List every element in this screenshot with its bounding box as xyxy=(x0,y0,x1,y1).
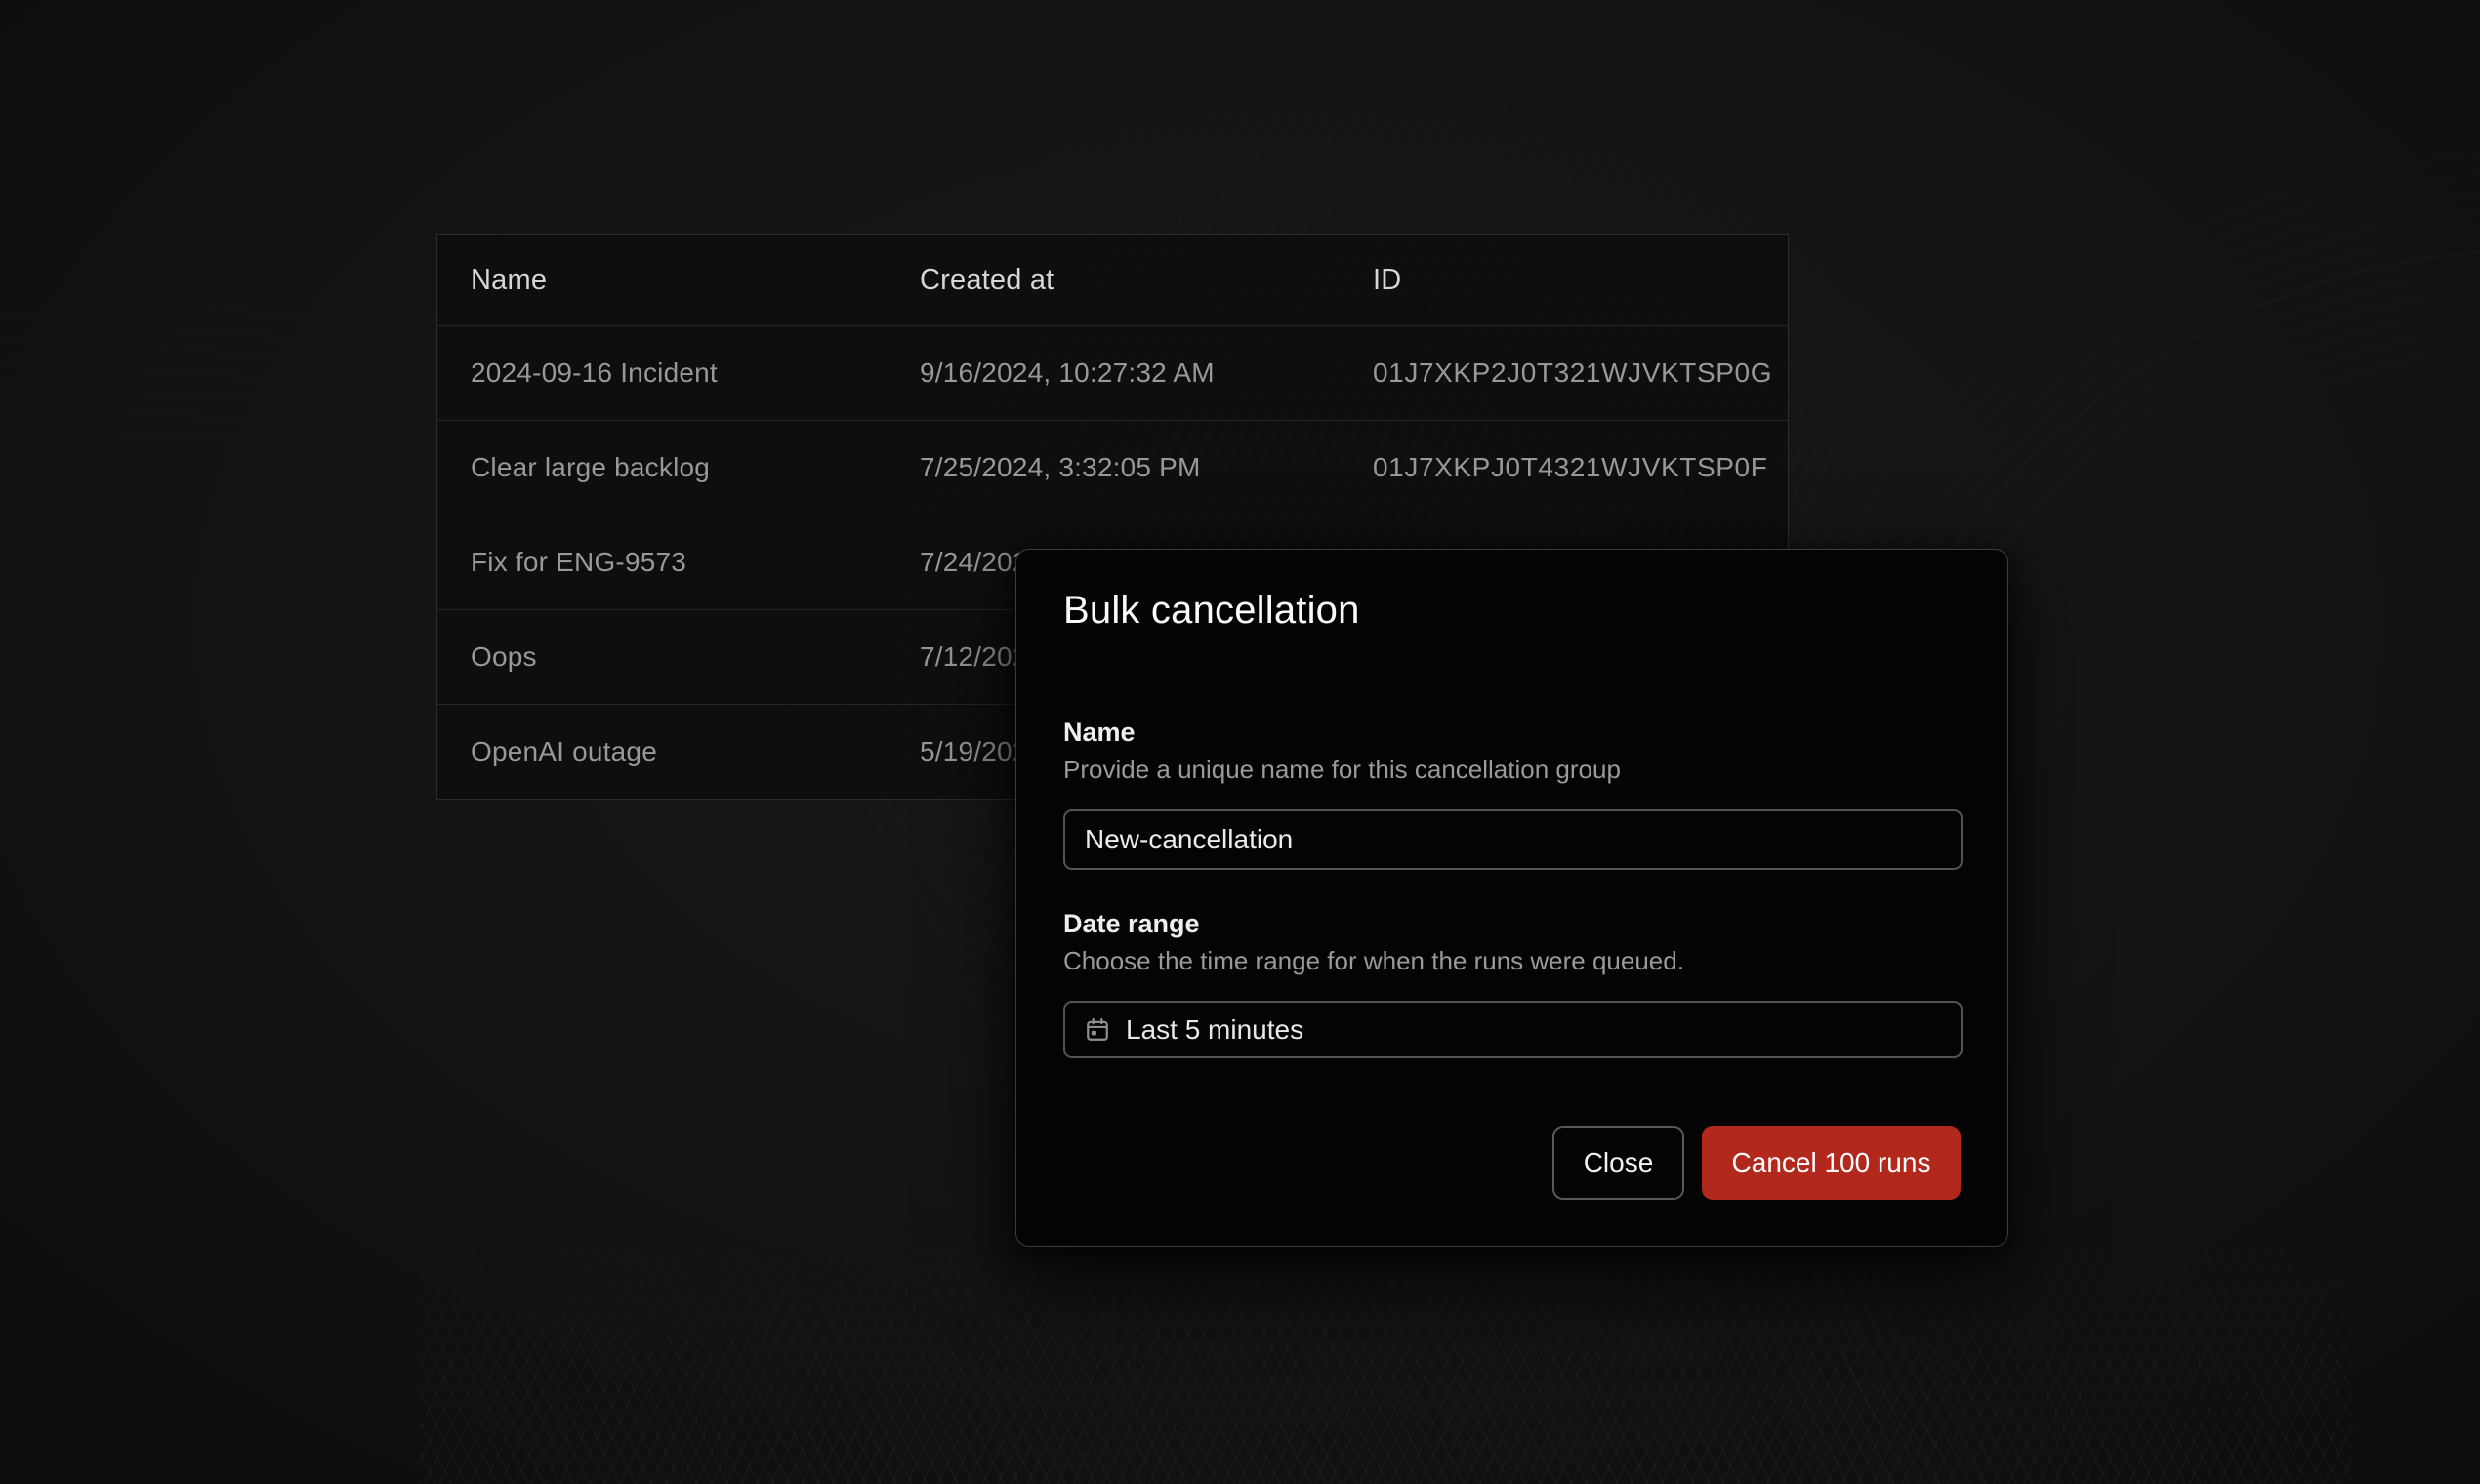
row-name: Oops xyxy=(437,610,887,704)
close-button[interactable]: Close xyxy=(1552,1126,1684,1200)
date-range-field-description: Choose the time range for when the runs … xyxy=(1063,945,1684,976)
column-header-name: Name xyxy=(437,235,887,325)
cancellation-name-input[interactable] xyxy=(1063,809,1963,870)
name-field-label: Name xyxy=(1063,716,1136,749)
row-created-at: 9/16/2024, 10:27:32 AM xyxy=(887,326,1340,420)
date-range-field-label: Date range xyxy=(1063,907,1200,940)
row-name: Fix for ENG-9573 xyxy=(437,515,887,609)
calendar-icon xyxy=(1085,1017,1110,1043)
dialog-title: Bulk cancellation xyxy=(1063,585,1360,636)
dialog-footer: Close Cancel 100 runs xyxy=(1552,1126,1961,1200)
table-header-row: Name Created at ID xyxy=(437,235,1788,325)
table-row[interactable]: 2024-09-16 Incident 9/16/2024, 10:27:32 … xyxy=(437,325,1788,420)
bulk-cancellation-dialog: Bulk cancellation Name Provide a unique … xyxy=(1015,549,2008,1247)
row-name: Clear large backlog xyxy=(437,421,887,515)
date-range-select[interactable]: Last 5 minutes xyxy=(1063,1001,1963,1058)
row-id: 01J7XKP2J0T321WJVKTSP0G xyxy=(1340,326,1788,420)
row-id: 01J7XKPJ0T4321WJVKTSP0F xyxy=(1340,421,1788,515)
row-name: 2024-09-16 Incident xyxy=(437,326,887,420)
date-range-value: Last 5 minutes xyxy=(1126,1014,1303,1046)
column-header-created-at: Created at xyxy=(887,235,1340,325)
name-field-description: Provide a unique name for this cancellat… xyxy=(1063,754,1621,785)
row-name: OpenAI outage xyxy=(437,705,887,799)
table-row[interactable]: Clear large backlog 7/25/2024, 3:32:05 P… xyxy=(437,420,1788,515)
cancel-runs-button[interactable]: Cancel 100 runs xyxy=(1702,1126,1961,1200)
app-background: Name Created at ID 2024-09-16 Incident 9… xyxy=(0,0,2480,1484)
row-created-at: 7/25/2024, 3:32:05 PM xyxy=(887,421,1340,515)
column-header-id: ID xyxy=(1340,235,1788,325)
